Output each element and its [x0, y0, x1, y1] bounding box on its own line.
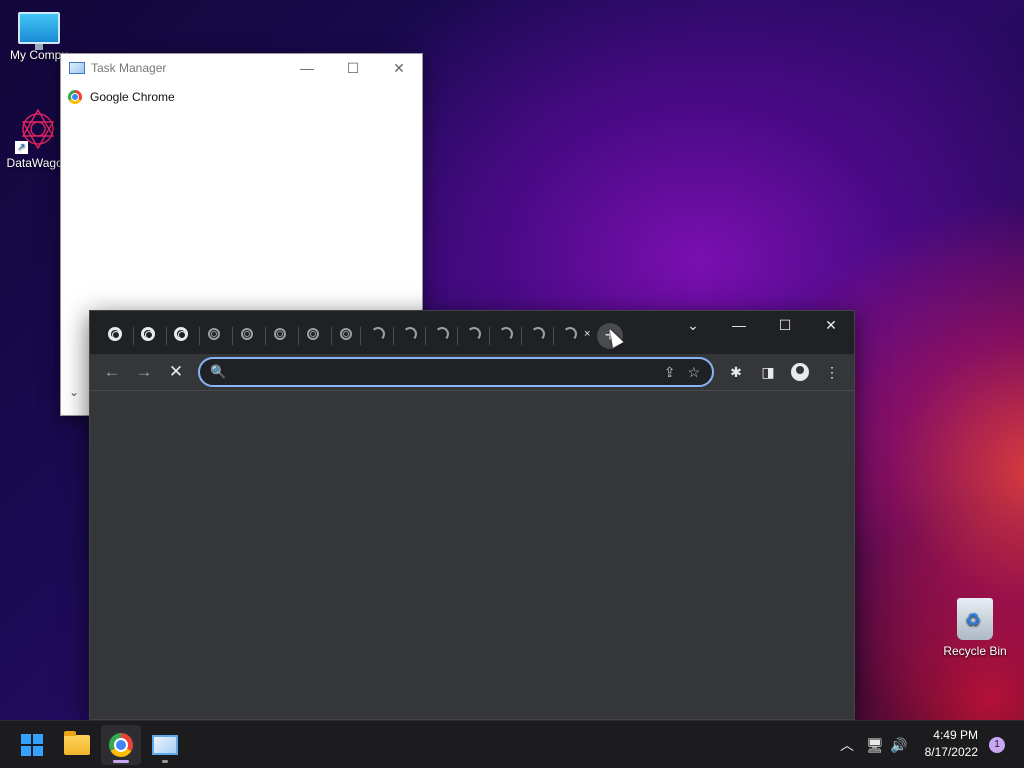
tab-4[interactable] [204, 324, 224, 344]
monitor-icon [18, 12, 60, 50]
tab-11[interactable] [432, 324, 452, 344]
notification-badge[interactable]: 1 [989, 737, 1005, 753]
tab-8[interactable] [336, 324, 356, 344]
chrome-favicon-icon [208, 328, 220, 340]
loading-spinner-icon [563, 327, 577, 341]
running-indicator [162, 760, 168, 763]
windows-logo-icon [21, 734, 43, 756]
tab-search-chevron-icon[interactable]: ⌄ [670, 311, 716, 339]
chrome-icon [68, 90, 82, 104]
window-controls: — ☐ ✕ [284, 54, 422, 82]
process-name: Google Chrome [90, 90, 175, 104]
chrome-window: × + ⌄ — ☐ ✕ ← → ✕ 🔍 ⇪ ☆ ✱ ◨ ⋮ [89, 310, 855, 720]
tab-6[interactable] [270, 324, 290, 344]
chrome-taskbar-button[interactable] [101, 725, 141, 765]
tab-3[interactable] [171, 324, 191, 344]
side-panel-icon[interactable]: ◨ [757, 361, 779, 383]
forward-button[interactable]: → [132, 361, 156, 383]
extensions-puzzle-icon[interactable]: ✱ [725, 361, 747, 383]
task-manager-taskbar-button[interactable] [145, 725, 185, 765]
page-content [90, 390, 854, 719]
tab-10[interactable] [400, 324, 420, 344]
loading-spinner-icon [499, 327, 513, 341]
taskbar: ︿ 🖥 🔊 4:49 PM 8/17/2022 1 [0, 720, 1024, 768]
tab-2[interactable] [138, 324, 158, 344]
chrome-favicon-icon [108, 327, 122, 341]
maximize-button[interactable]: ☐ [762, 311, 808, 339]
stop-loading-button[interactable]: ✕ [164, 361, 188, 383]
tab-5[interactable] [237, 324, 257, 344]
loading-spinner-icon [531, 327, 545, 341]
more-details-chevron-icon[interactable]: ⌄ [69, 385, 79, 399]
chrome-favicon-icon [340, 328, 352, 340]
clock-date: 8/17/2022 [924, 745, 978, 759]
menu-kebab-icon[interactable]: ⋮ [821, 361, 843, 383]
tab-12[interactable] [464, 324, 484, 344]
process-row[interactable]: Google Chrome [61, 82, 422, 104]
show-hidden-icons-chevron-icon[interactable]: ︿ [840, 721, 854, 768]
start-button[interactable] [12, 725, 52, 765]
browser-toolbar: ← → ✕ 🔍 ⇪ ☆ ✱ ◨ ⋮ [90, 354, 854, 390]
chrome-favicon-icon [141, 327, 155, 341]
minimize-button[interactable]: — [716, 311, 762, 339]
task-manager-icon [152, 735, 178, 755]
maximize-button[interactable]: ☐ [330, 54, 376, 82]
tab-14[interactable] [528, 324, 548, 344]
loading-spinner-icon [403, 327, 417, 341]
avatar-icon [791, 363, 809, 381]
chrome-favicon-icon [241, 328, 253, 340]
clock[interactable]: 4:49 PM 8/17/2022 [925, 727, 978, 761]
tab-15[interactable] [560, 324, 580, 344]
task-manager-icon [69, 62, 85, 74]
close-button[interactable]: ✕ [808, 311, 854, 339]
recycle-bin-icon: ♻ [957, 598, 993, 640]
desktop-icon-label: Recycle Bin [943, 644, 1007, 658]
loading-spinner-icon [371, 327, 385, 341]
tab-7[interactable] [303, 324, 323, 344]
tab-1[interactable] [105, 324, 125, 344]
datawagon-icon: ↗ [15, 106, 61, 154]
folder-icon [64, 731, 90, 755]
close-button[interactable]: ✕ [376, 54, 422, 82]
shortcut-arrow-icon: ↗ [15, 141, 28, 154]
active-indicator [113, 760, 129, 763]
chrome-icon [109, 733, 133, 757]
omnibox[interactable]: 🔍 ⇪ ☆ [198, 357, 714, 387]
tab-9[interactable] [368, 324, 388, 344]
minimize-button[interactable]: — [284, 54, 330, 82]
tab-strip: × + ⌄ — ☐ ✕ [90, 311, 854, 354]
loading-spinner-icon [467, 327, 481, 341]
chrome-favicon-icon [274, 328, 286, 340]
search-icon: 🔍 [210, 364, 227, 379]
address-input[interactable] [234, 362, 664, 382]
tab-close-icon[interactable]: × [584, 328, 590, 340]
loading-spinner-icon [435, 327, 449, 341]
bookmark-star-icon[interactable]: ☆ [687, 364, 700, 381]
clock-time: 4:49 PM [933, 728, 978, 742]
back-button[interactable]: ← [100, 361, 124, 383]
desktop-icon-recycle-bin[interactable]: ♻ Recycle Bin [937, 598, 1013, 658]
profile-button[interactable] [789, 361, 811, 383]
volume-icon[interactable]: 🔊 [890, 721, 907, 768]
window-title: Task Manager [91, 61, 167, 75]
chrome-favicon-icon [174, 327, 188, 341]
file-explorer-button[interactable] [57, 725, 97, 765]
tab-13[interactable] [496, 324, 516, 344]
chrome-favicon-icon [307, 328, 319, 340]
network-icon[interactable]: 🖥 [866, 721, 884, 768]
share-icon[interactable]: ⇪ [664, 364, 676, 381]
